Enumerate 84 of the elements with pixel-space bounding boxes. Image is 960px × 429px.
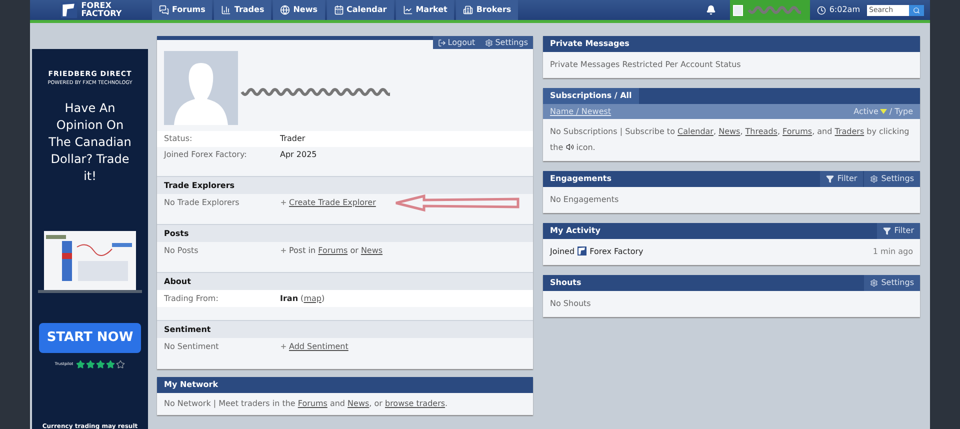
panel-title: My Network	[163, 379, 220, 391]
header-button[interactable]: Filter	[820, 171, 864, 187]
panel-text: Joined Forex Factory	[550, 245, 644, 258]
link[interactable]: Forums	[318, 246, 348, 254]
header-button[interactable]: Logout	[432, 36, 480, 49]
header-button[interactable]: Settings	[480, 36, 533, 49]
panel-text: No Subscriptions | Subscribe to Calendar, News, Threads, Forums, and Traders by clicking the icon.	[550, 126, 910, 154]
panel-title: Engagements	[549, 173, 612, 185]
star-icon	[106, 360, 116, 368]
site-logo[interactable]: FOREX FACTORY	[81, 2, 122, 18]
link[interactable]: browse traders	[384, 399, 446, 408]
start-button[interactable]: START NOW	[38, 323, 142, 352]
nav-link[interactable]: Calendar	[326, 0, 394, 20]
field-label: No Sentiment	[164, 340, 220, 352]
section-title: About	[164, 276, 191, 288]
star-icon	[76, 360, 86, 368]
bars-icon	[221, 5, 232, 15]
building-icon	[463, 5, 474, 15]
link[interactable]: Forums	[298, 399, 328, 408]
clock-text: 6:02am	[810, 4, 867, 16]
link[interactable]: Forums	[782, 127, 812, 136]
network-text: No Network | Meet traders in the Forums and News, or browse traders.	[164, 399, 448, 408]
header-button[interactable]: Settings	[864, 171, 920, 187]
filter-icon	[826, 175, 834, 183]
flag-logo-icon	[577, 246, 588, 256]
link[interactable]: Add Sentiment	[289, 342, 348, 350]
calendar-icon	[334, 5, 344, 15]
field-label: No Posts	[164, 244, 200, 256]
field-value: Apr 2025	[280, 150, 317, 159]
field-label: Status:	[164, 133, 194, 145]
flag-logo-icon	[60, 1, 78, 19]
field-label: Joined Forex Factory:	[164, 149, 248, 161]
section-title: Trade Explorers	[164, 180, 235, 192]
chat-icon	[159, 5, 169, 15]
link[interactable]: Create Trade Explorer	[289, 198, 376, 206]
bell-icon[interactable]	[706, 5, 716, 15]
field-value: Trader	[280, 134, 306, 143]
link[interactable]: News	[360, 246, 383, 254]
section-title: Sentiment	[164, 324, 211, 336]
panel-text: No Shouts	[550, 298, 591, 310]
filter-icon	[883, 227, 892, 235]
nav-link[interactable]: News	[273, 0, 324, 20]
settings-icon	[870, 175, 878, 183]
link[interactable]: Traders	[834, 127, 864, 136]
nav-link[interactable]: Market	[396, 0, 454, 20]
panel-title: Subscriptions / All	[543, 88, 639, 104]
nav-link[interactable]: Trades	[214, 0, 272, 20]
panel-title: My Activity	[549, 225, 602, 237]
settings-icon	[870, 279, 878, 287]
link[interactable]: News	[718, 127, 740, 136]
nav-link[interactable]: Forums	[152, 0, 212, 20]
panel-title: Private Messages	[549, 38, 630, 50]
search-icon	[913, 6, 920, 14]
star-icon	[86, 360, 96, 368]
ad-headline: Have An Opinion On The Canadian Dollar? Trade it!	[48, 100, 132, 185]
user-badge[interactable]	[730, 0, 810, 20]
avatar-icon	[733, 4, 744, 16]
link[interactable]: Threads	[745, 127, 778, 136]
chart-icon	[402, 5, 413, 15]
link[interactable]: News	[348, 399, 370, 408]
link[interactable]: Calendar	[678, 127, 714, 136]
field-label: Trading From:	[164, 292, 220, 304]
clock-icon	[817, 6, 826, 14]
search-button[interactable]	[909, 4, 924, 16]
panel-text: Private Messages Restricted Per Account Status	[550, 59, 741, 71]
logout-icon	[438, 38, 446, 46]
star-icon	[116, 360, 126, 368]
header-button[interactable]: Filter	[877, 223, 920, 239]
globe-icon	[280, 5, 290, 15]
field-value: Post in Forums or News	[289, 246, 383, 254]
section-title: Posts	[164, 228, 189, 240]
panel-text: No Engagements	[550, 194, 619, 206]
scribble-drawing	[747, 4, 802, 16]
caret-icon	[880, 109, 888, 114]
star-icon	[96, 360, 106, 368]
field-label: No Trade Explorers	[164, 196, 240, 208]
field-value: Iran (map)	[280, 294, 325, 302]
settings-icon	[485, 38, 494, 46]
link[interactable]: map	[304, 294, 322, 302]
nav-link[interactable]: Brokers	[456, 0, 518, 20]
header-button[interactable]: Settings	[864, 275, 920, 291]
speaker-icon	[566, 143, 574, 151]
panel-title: Shouts	[549, 277, 582, 289]
time-text: 1 min ago	[872, 246, 913, 258]
